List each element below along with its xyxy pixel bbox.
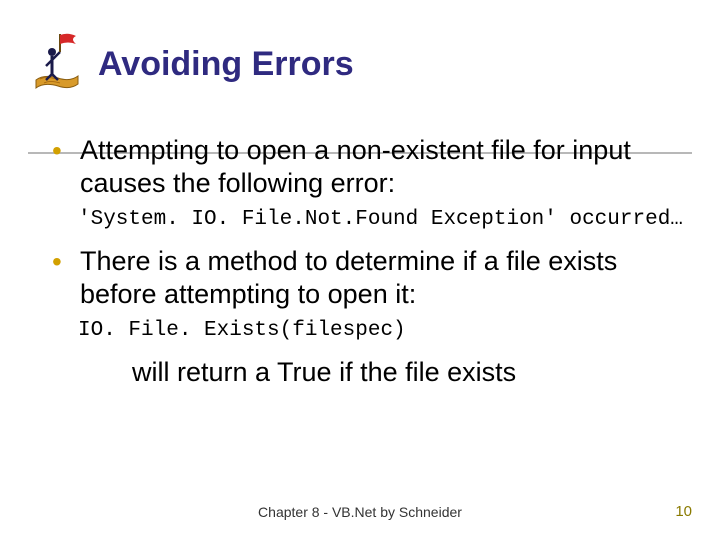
footer-text: Chapter 8 - VB.Net by Schneider [258,504,462,520]
bullet-subtext: will return a True if the file exists [132,356,676,389]
page-number: 10 [675,503,692,520]
bullet-item: There is a method to determine if a file… [52,245,676,311]
bullet-text: Attempting to open a non-existent file f… [80,135,631,198]
flag-on-carpet-icon [28,28,86,100]
slide: Avoiding Errors Attempting to open a non… [0,0,720,540]
bullet-text: There is a method to determine if a file… [80,246,617,309]
code-line: IO. File. Exists(filespec) [78,319,676,342]
bullet-item: Attempting to open a non-existent file f… [52,134,676,200]
slide-footer: Chapter 8 - VB.Net by Schneider [0,504,720,520]
slide-header: Avoiding Errors [0,0,720,100]
slide-content: Attempting to open a non-existent file f… [0,100,720,389]
slide-title: Avoiding Errors [98,45,354,84]
code-line: 'System. IO. File.Not.Found Exception' o… [78,208,676,231]
bullet-list: Attempting to open a non-existent file f… [52,134,676,389]
